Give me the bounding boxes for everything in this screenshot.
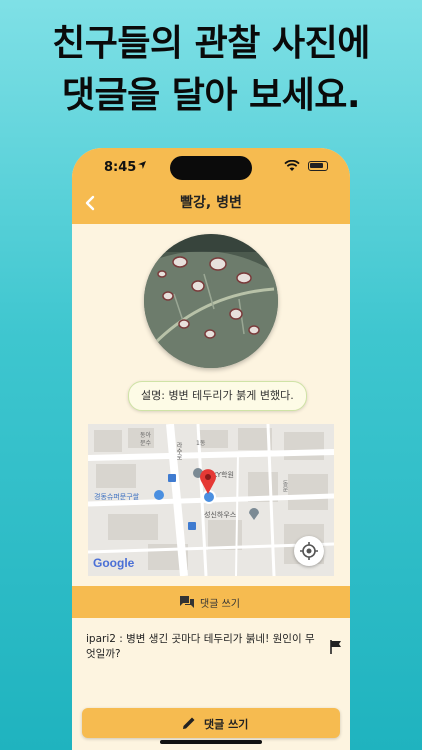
observation-photo[interactable] [144,234,278,368]
map-label-seongsin-house: 성신하우스 [204,511,237,519]
bus-stop-icon-2 [168,474,176,482]
map-label-road: 라수로 [175,442,182,460]
top-bar: 8:45 빨강, 병변 [72,148,350,224]
headline-line-2: 댓글을 달아 보세요. [61,75,361,116]
home-indicator [160,740,262,744]
description-bubble: 설명: 병변 테두리가 붉게 변했다. [128,381,307,411]
report-flag-icon[interactable] [330,640,342,654]
map-label-munsu: 문수 [140,440,152,447]
location-map[interactable]: 동아 문수 1동 라수로 SKY학원 경동슈퍼문구쌀 성신하우스 동문 Goog… [88,424,334,576]
status-time: 8:45 [104,160,137,175]
write-comment-button[interactable]: 댓글 쓰기 [82,708,340,738]
write-comment-label: 댓글 쓰기 [204,718,249,731]
status-bar: 8:45 [72,148,350,184]
dynamic-island [170,156,252,180]
headline-line-1: 친구들의 관찰 사진에 [52,23,370,64]
phone-screen: 8:45 빨강, 병변 설명: 병변 테두리가 붉게 변했다. 동아 문수 1동… [72,148,350,750]
map-label-supermarket: 경동슈퍼문구쌀 [94,493,140,501]
leaf-photo-image [144,234,278,368]
my-location-button[interactable] [294,536,324,566]
battery-icon [308,161,328,171]
map-label-dongmun: 동문 [281,480,288,492]
red-location-pin-icon[interactable] [199,468,217,494]
comment-section-label: 댓글 쓰기 [200,599,240,610]
chat-bubbles-icon [180,596,194,608]
shop-marker-icon [154,490,164,500]
wifi-icon [284,160,300,171]
page-title: 빨강, 병변 [180,195,242,211]
map-label-1dong: 1동 [196,440,206,447]
comment-section-bar[interactable]: 댓글 쓰기 [72,586,350,618]
promo-headline: 친구들의 관찰 사진에 댓글을 달아 보세요. [0,18,422,122]
pencil-icon [183,717,195,729]
bus-stop-icon [188,522,196,530]
comment-item: ipari2 : 병변 생긴 곳마다 테두리가 붉네! 원인이 무엇일까? [86,633,315,660]
house-marker-icon [249,508,259,520]
crosshair-icon [300,542,318,560]
location-arrow-icon [138,161,146,169]
google-logo: Google [93,556,135,570]
